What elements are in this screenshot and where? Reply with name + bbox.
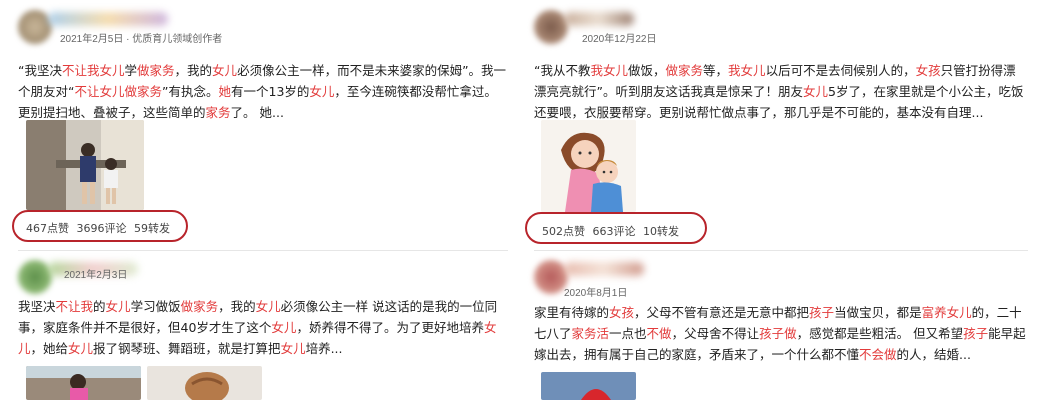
highlighted-keyword: 不做 bbox=[646, 326, 672, 341]
post-header: 2021年2月3日 bbox=[18, 260, 508, 298]
avatar[interactable] bbox=[534, 260, 568, 294]
highlighted-keyword: 家务活 bbox=[571, 326, 610, 341]
red-umbrella-photo[interactable] bbox=[541, 372, 636, 400]
highlighted-keyword: 女儿 bbox=[280, 341, 306, 356]
post-2: 2020年12月22日 “我从不教我女儿做饭，做家务等，我女儿以后可不是去伺候别… bbox=[534, 10, 1028, 123]
text-segment: 报了钢琴班、舞蹈班，就是打算把 bbox=[93, 341, 281, 356]
post-text[interactable]: 我坚决不让我的女儿学习做饭做家务，我的女儿必须像公主一样 说这话的是我的一位同事… bbox=[18, 296, 508, 359]
text-segment: ，我的 bbox=[218, 299, 256, 314]
highlighted-keyword: 女儿 bbox=[105, 299, 131, 314]
text-segment: ，我的 bbox=[174, 63, 213, 78]
text-segment: 了。 她... bbox=[230, 105, 284, 120]
text-segment: 的 bbox=[93, 299, 106, 314]
highlighted-keyword: 女儿 bbox=[802, 84, 828, 99]
text-segment: 以后可不是去伺候别人的， bbox=[765, 63, 916, 78]
highlighted-keyword: 不让女儿做家务 bbox=[74, 84, 162, 99]
author-name-redacted[interactable] bbox=[564, 262, 644, 276]
post-meta: 2020年12月22日 bbox=[582, 34, 657, 45]
post-text[interactable]: 家里有待嫁的女孩，父母不管有意还是无意中都把孩子当做宝贝，都是富养女儿的，二十七… bbox=[534, 302, 1028, 365]
highlighted-keyword: 孩子做 bbox=[759, 326, 797, 341]
text-segment: 培养... bbox=[305, 341, 343, 356]
avatar[interactable] bbox=[534, 10, 568, 44]
text-segment: ，父母不管有意还是无意中都把 bbox=[634, 305, 810, 320]
text-segment: 有一个13岁的 bbox=[231, 84, 310, 99]
post-header: 2020年8月1日 bbox=[534, 260, 1028, 299]
highlighted-keyword: 做家务 bbox=[665, 63, 704, 78]
highlighted-keyword: 女儿 bbox=[271, 320, 297, 335]
text-segment: 一点也 bbox=[609, 326, 647, 341]
text-segment: 学习做饭 bbox=[130, 299, 181, 314]
highlighted-keyword: 不让我 bbox=[55, 299, 94, 314]
highlighted-keyword: 女孩 bbox=[609, 305, 635, 320]
text-segment: 我坚决 bbox=[18, 299, 56, 314]
highlighted-keyword: 家务 bbox=[205, 105, 231, 120]
highlighted-keyword: 不让我女儿 bbox=[61, 63, 125, 78]
avatar[interactable] bbox=[18, 10, 52, 44]
highlighted-keyword: 我女儿 bbox=[728, 63, 766, 78]
text-segment: 学 bbox=[124, 63, 138, 78]
post-meta: 2021年2月3日 bbox=[64, 270, 128, 281]
text-segment: ，娇养得不得了。为了更好地培养 bbox=[296, 320, 484, 335]
text-segment: ”有执念。 bbox=[162, 84, 219, 99]
mother-and-child-cartoon[interactable] bbox=[541, 120, 636, 212]
text-segment: ，父母舍不得让 bbox=[671, 326, 760, 341]
text-segment: “我坚决 bbox=[18, 63, 62, 78]
text-segment: 当做宝贝，都是 bbox=[834, 305, 922, 320]
girl-braided-hair-photo[interactable] bbox=[147, 366, 262, 400]
highlighted-keyword: 女儿 bbox=[255, 299, 281, 314]
highlighted-keyword: 做家务 bbox=[180, 299, 219, 314]
post-text[interactable]: “我从不教我女儿做饭，做家务等，我女儿以后可不是去伺候别人的，女孩只管打扮得漂漂… bbox=[534, 60, 1028, 123]
girl-outdoor-photo[interactable] bbox=[26, 366, 141, 400]
text-segment: 做饭， bbox=[628, 63, 666, 78]
highlighted-keyword: 富养女儿 bbox=[921, 305, 972, 320]
highlighted-keyword: 女儿 bbox=[309, 84, 335, 99]
post-meta: 2020年8月1日 bbox=[564, 288, 628, 299]
post-header: 2020年12月22日 bbox=[534, 10, 1028, 48]
highlighted-keyword: 女儿 bbox=[212, 63, 238, 78]
highlighted-keyword: 不会做 bbox=[859, 347, 897, 362]
text-segment: “我从不教 bbox=[534, 63, 591, 78]
text-segment: ，她给 bbox=[30, 341, 69, 356]
text-segment: 的人，结婚... bbox=[896, 347, 971, 362]
highlighted-keyword: 她 bbox=[218, 84, 231, 99]
author-name-redacted[interactable] bbox=[564, 12, 634, 26]
post-4: 2020年8月1日 家里有待嫁的女孩，父母不管有意还是无意中都把孩子当做宝贝，都… bbox=[534, 260, 1028, 365]
annotation-circle bbox=[12, 210, 188, 242]
highlighted-keyword: 女儿 bbox=[68, 341, 94, 356]
annotation-circle bbox=[525, 212, 707, 244]
highlighted-keyword: 孩子 bbox=[963, 326, 989, 341]
kids-in-kitchen-photo[interactable] bbox=[26, 120, 144, 210]
highlighted-keyword: 做家务 bbox=[137, 63, 175, 78]
post-3: 2021年2月3日 我坚决不让我的女儿学习做饭做家务，我的女儿必须像公主一样 说… bbox=[18, 260, 508, 359]
highlighted-keyword: 孩子 bbox=[809, 305, 835, 320]
post-meta: 2021年2月5日 · 优质育儿领域创作者 bbox=[60, 34, 223, 45]
text-segment: ，感觉都是些粗活。 但又希望 bbox=[796, 326, 964, 341]
text-segment: 等， bbox=[703, 63, 729, 78]
post-1: 2021年2月5日 · 优质育儿领域创作者 “我坚决不让我女儿学做家务，我的女儿… bbox=[18, 10, 508, 123]
divider bbox=[534, 250, 1028, 251]
post-text[interactable]: “我坚决不让我女儿学做家务，我的女儿必须像公主一样，而不是未来婆家的保姆”。我一… bbox=[18, 60, 508, 123]
post-header: 2021年2月5日 · 优质育儿领域创作者 bbox=[18, 10, 508, 48]
avatar[interactable] bbox=[18, 260, 52, 294]
text-segment: 家里有待嫁的 bbox=[534, 305, 610, 320]
highlighted-keyword: 我女儿 bbox=[590, 63, 628, 78]
highlighted-keyword: 女孩 bbox=[915, 63, 941, 78]
author-name-redacted[interactable] bbox=[48, 12, 168, 26]
divider bbox=[18, 250, 508, 251]
